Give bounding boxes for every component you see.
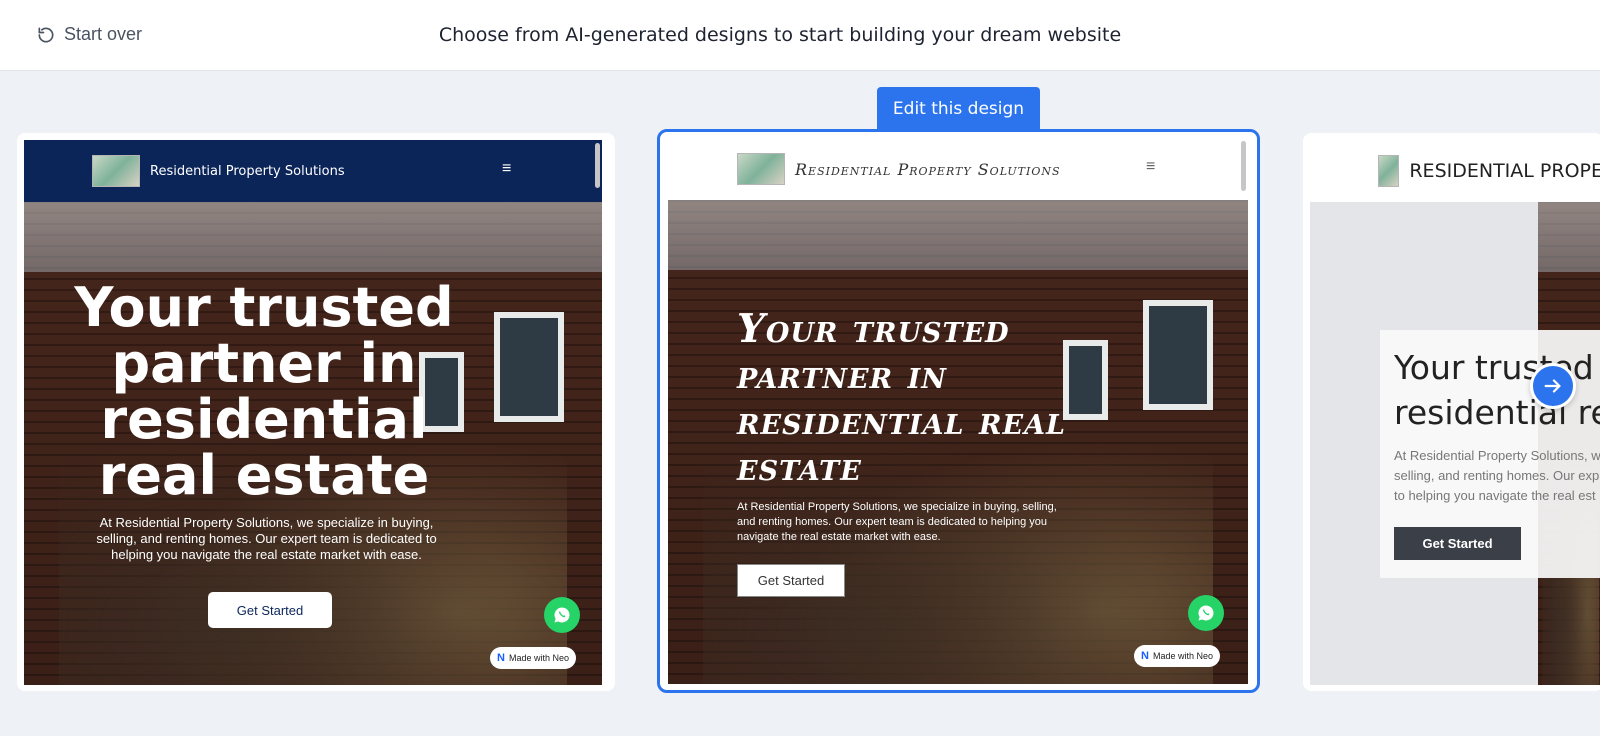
made-with-neo-badge[interactable]: N Made with Neo: [1134, 645, 1220, 667]
scrollbar[interactable]: [1241, 141, 1246, 191]
hero-text: At Residential Property Solutions, we sp…: [96, 515, 437, 562]
design-card-2[interactable]: Residential Property Solutions ≡ Your tr…: [657, 129, 1260, 693]
hero-text: At Residential Property Solutions, w sel…: [1394, 446, 1600, 506]
neo-badge-label: Made with Neo: [1152, 651, 1213, 661]
edit-design-button[interactable]: Edit this design: [877, 87, 1040, 131]
house-window: [1143, 300, 1213, 410]
hamburger-icon[interactable]: ≡: [502, 160, 511, 178]
design-preview-3: RESIDENTIAL PROPE Your trusted p residen…: [1310, 140, 1600, 685]
site-navbar: Residential Property Solutions ≡: [24, 140, 602, 202]
hero-title: Your trusted partner in residential real…: [74, 276, 454, 507]
get-started-button[interactable]: Get Started: [208, 592, 332, 628]
site-navbar: Residential Property Solutions ≡: [668, 138, 1248, 200]
top-bar: Start over Choose from AI-generated desi…: [0, 0, 1600, 71]
site-logo: [737, 153, 785, 185]
site-logo: [92, 155, 140, 187]
get-started-button[interactable]: Get Started: [737, 564, 845, 597]
arrow-right-icon: [1544, 379, 1561, 393]
hero-text-line: selling, and renting homes. Our exp: [1394, 468, 1600, 483]
site-brand: Residential Property Solutions: [795, 159, 1061, 179]
site-brand: Residential Property Solutions: [150, 163, 345, 179]
neo-logo-icon: N: [497, 652, 505, 664]
neo-logo-icon: N: [1141, 650, 1149, 662]
site-brand: RESIDENTIAL PROPE: [1409, 160, 1600, 182]
page-title: Choose from AI-generated designs to star…: [438, 24, 1122, 46]
whatsapp-icon[interactable]: [1188, 595, 1224, 631]
hamburger-icon[interactable]: ≡: [1146, 158, 1155, 176]
neo-badge-label: Made with Neo: [508, 653, 569, 663]
get-started-button[interactable]: Get Started: [1394, 527, 1521, 560]
hero-title: Your trusted partner in residential real…: [737, 306, 1067, 490]
design-card-1[interactable]: Residential Property Solutions ≡ Your tr…: [17, 133, 615, 691]
house-window: [494, 312, 564, 422]
design-preview-1: Residential Property Solutions ≡ Your tr…: [24, 140, 602, 685]
site-navbar: RESIDENTIAL PROPE: [1310, 140, 1600, 202]
hero-text-line: At Residential Property Solutions, w: [1394, 448, 1600, 463]
scrollbar[interactable]: [595, 143, 600, 188]
design-preview-2: Residential Property Solutions ≡ Your tr…: [668, 138, 1248, 684]
hero-text: At Residential Property Solutions, we sp…: [737, 501, 1057, 543]
design-card-3[interactable]: RESIDENTIAL PROPE Your trusted p residen…: [1303, 133, 1600, 691]
next-design-button[interactable]: [1530, 363, 1576, 409]
house-window: [1063, 340, 1108, 420]
whatsapp-icon[interactable]: [544, 597, 580, 633]
site-logo: [1378, 155, 1400, 187]
hero-text-line: to helping you navigate the real est: [1394, 488, 1596, 503]
made-with-neo-badge[interactable]: N Made with Neo: [490, 647, 576, 669]
